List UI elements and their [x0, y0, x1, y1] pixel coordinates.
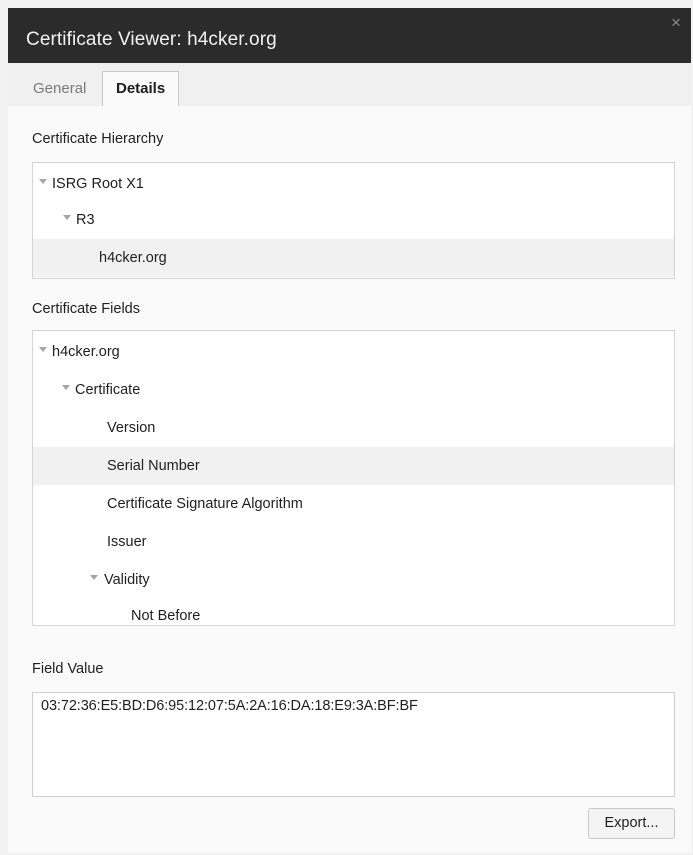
field-item-serial-number[interactable]: Serial Number: [33, 447, 674, 485]
details-panel: Certificate Hierarchy ISRG Root X1 R3 h4…: [8, 106, 691, 853]
field-value-label: Field Value: [32, 661, 104, 677]
field-item-issuer[interactable]: Issuer: [33, 523, 674, 561]
field-item-h4cker-org[interactable]: h4cker.org: [33, 333, 674, 371]
certificate-hierarchy-tree[interactable]: ISRG Root X1 R3 h4cker.org: [32, 162, 675, 279]
hierarchy-item-label: R3: [76, 212, 95, 228]
certificate-fields-label: Certificate Fields: [32, 301, 140, 317]
hierarchy-item-r3[interactable]: R3: [33, 201, 674, 239]
field-item-label: Validity: [104, 572, 150, 588]
field-item-certificate-signature-algorithm[interactable]: Certificate Signature Algorithm: [33, 485, 674, 523]
field-item-validity[interactable]: Validity: [33, 561, 674, 599]
tab-general[interactable]: General: [20, 72, 99, 105]
field-item-label: h4cker.org: [52, 344, 120, 360]
field-item-version[interactable]: Version: [33, 409, 674, 447]
field-item-label: Not Before: [131, 608, 201, 624]
expand-triangle-icon[interactable]: [63, 215, 71, 220]
field-item-not-before[interactable]: Not Before: [33, 597, 674, 625]
field-value-text: 03:72:36:E5:BD:D6:95:12:07:5A:2A:16:DA:1…: [41, 698, 418, 714]
window-title: Certificate Viewer: h4cker.org: [26, 29, 277, 50]
tab-details[interactable]: Details: [102, 71, 180, 107]
field-item-label: Certificate: [75, 382, 141, 398]
title-bar[interactable]: Certificate Viewer: h4cker.org ×: [8, 8, 691, 63]
field-item-label: Version: [107, 420, 156, 436]
close-icon[interactable]: ×: [667, 14, 685, 32]
certificate-fields-tree[interactable]: h4cker.org Certificate Version Serial Nu…: [32, 330, 675, 626]
hierarchy-item-label: h4cker.org: [99, 250, 167, 266]
tab-bar: General Details: [8, 71, 691, 107]
certificate-viewer-window: Certificate Viewer: h4cker.org × General…: [8, 8, 691, 853]
expand-triangle-icon[interactable]: [62, 385, 70, 390]
hierarchy-item-label: ISRG Root X1: [52, 176, 144, 192]
hierarchy-item-isrg-root-x1[interactable]: ISRG Root X1: [33, 165, 674, 203]
field-value-textarea[interactable]: 03:72:36:E5:BD:D6:95:12:07:5A:2A:16:DA:1…: [32, 692, 675, 797]
certificate-hierarchy-label: Certificate Hierarchy: [32, 131, 164, 147]
hierarchy-item-h4cker-org[interactable]: h4cker.org: [33, 239, 674, 277]
field-item-certificate[interactable]: Certificate: [33, 371, 674, 409]
expand-triangle-icon[interactable]: [39, 179, 47, 184]
export-button[interactable]: Export...: [588, 808, 675, 839]
expand-triangle-icon[interactable]: [39, 347, 47, 352]
field-item-label: Certificate Signature Algorithm: [107, 496, 303, 512]
field-item-label: Serial Number: [107, 458, 200, 474]
field-item-label: Issuer: [107, 534, 147, 550]
expand-triangle-icon[interactable]: [90, 575, 98, 580]
